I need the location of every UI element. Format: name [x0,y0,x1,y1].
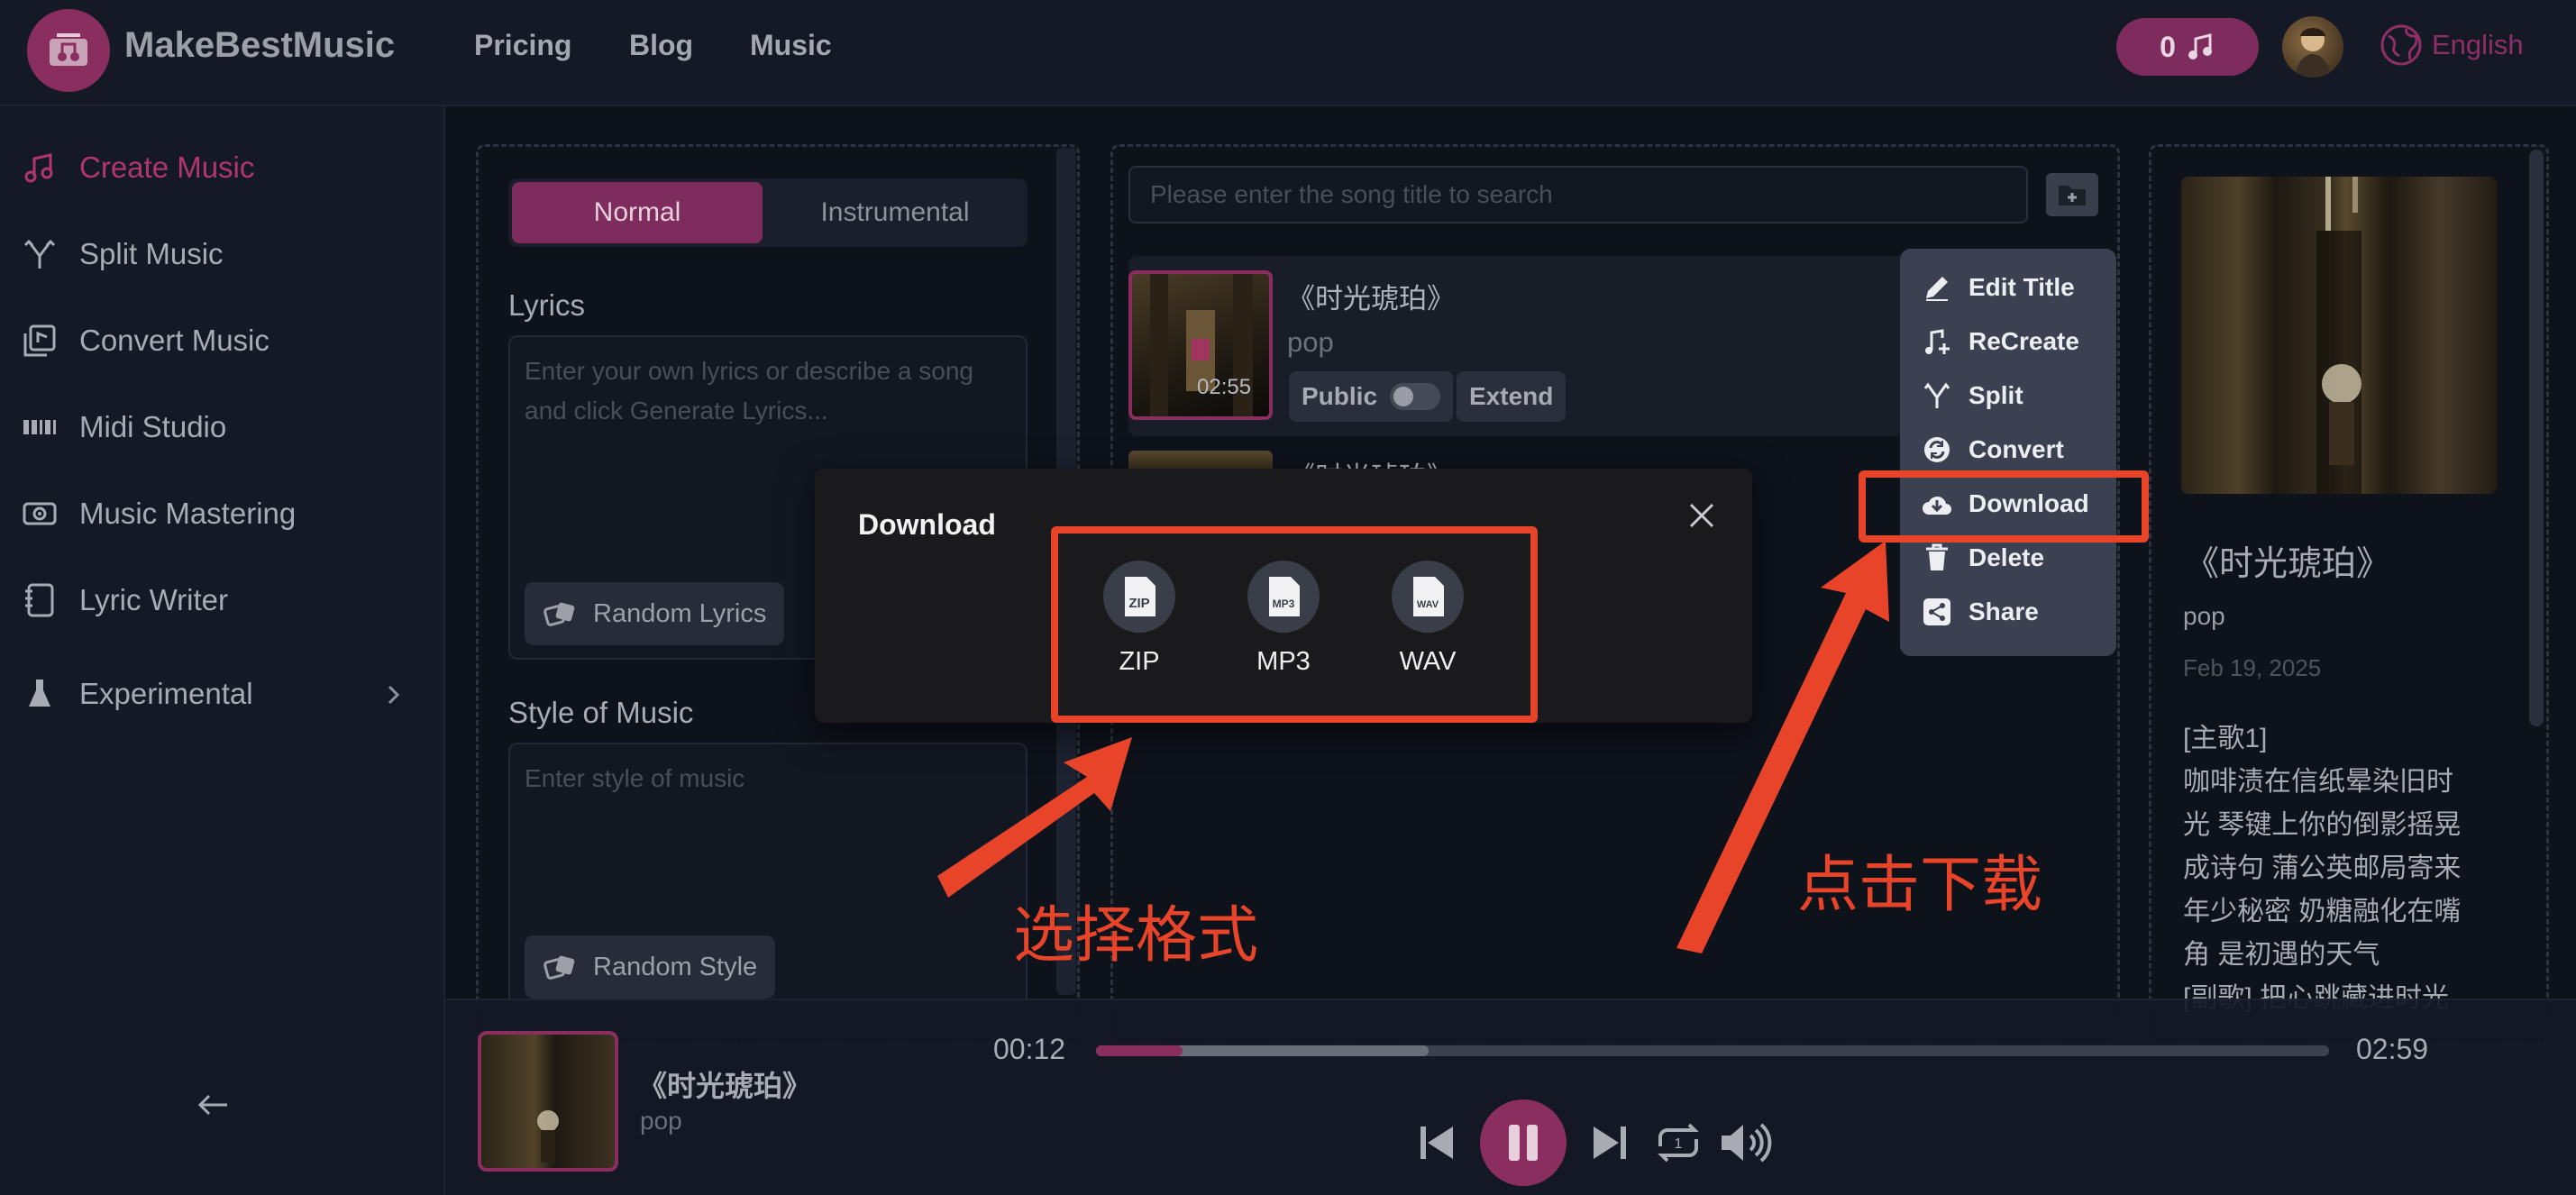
annotation-choose-format: 选择格式 [1013,901,1259,970]
annotation-click-download: 点击下载 [1797,851,2043,919]
annotation-arrows [937,541,1889,953]
arrow-to-formats [937,737,1132,898]
